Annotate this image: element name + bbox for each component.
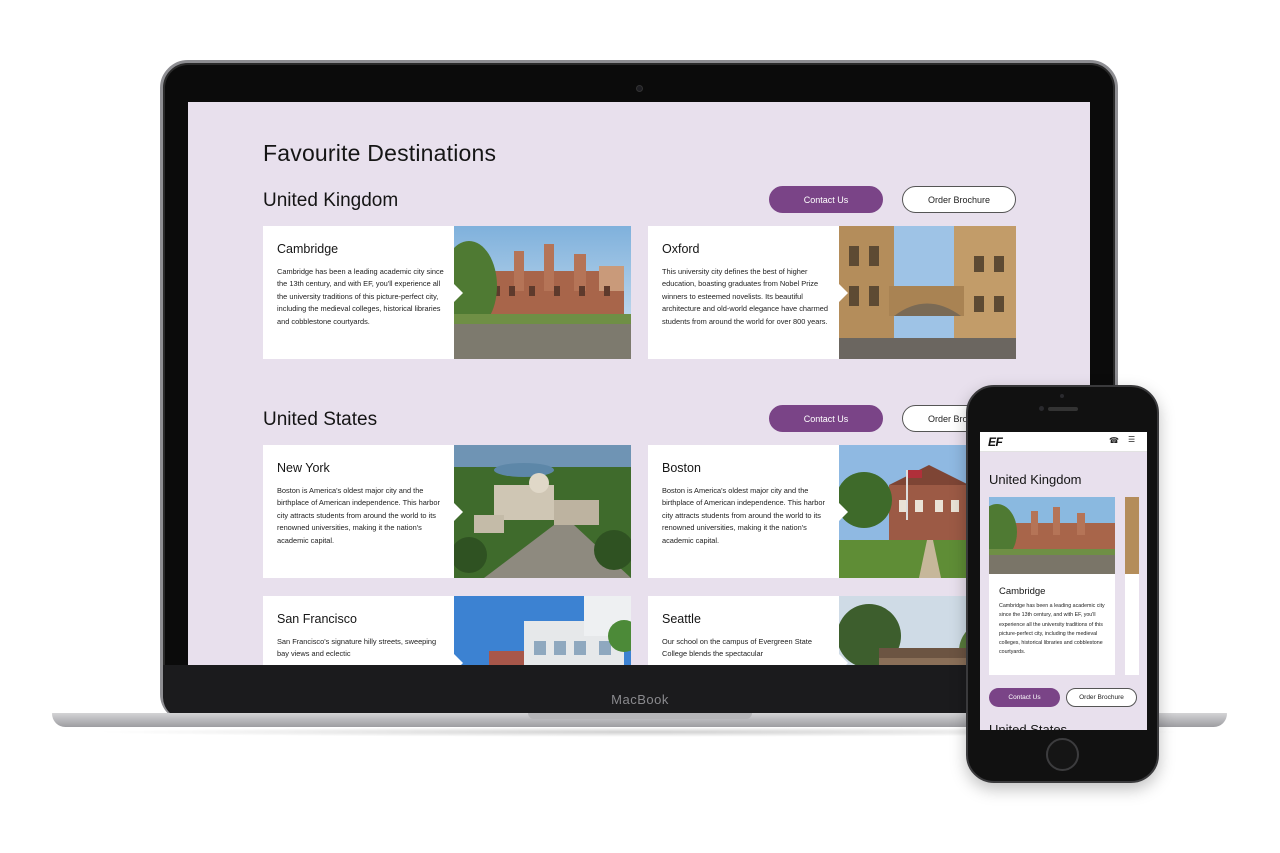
card-description: Our school on the campus of Evergreen St… [662,637,812,659]
destination-card-boston[interactable]: Boston Boston is America's oldest major … [648,445,1016,578]
destination-card-oxford[interactable]: Oxford This university city defines the … [648,226,1016,359]
card-pointer [839,654,848,665]
mobile-section-heading: United Kingdom [989,472,1082,487]
card-city: Cambridge [277,242,339,256]
contact-us-button[interactable]: Contact Us [769,186,883,213]
menu-icon[interactable]: ☰ [1128,435,1135,444]
mobile-next-section-heading: United States [989,722,1068,730]
order-brochure-button[interactable]: Order Brochure [902,186,1016,213]
destination-card-san-francisco[interactable]: San Francisco San Francisco's signature … [263,596,631,665]
device-mockup: Favourite Destinations United Kingdom Co… [0,0,1280,853]
san-francisco-building-photo [454,596,631,665]
phone-home-button[interactable] [1046,738,1079,771]
mobile-card-cambridge[interactable]: Cambridge Cambridge has been a leading a… [989,497,1115,675]
oxford-bridge-photo [839,226,1016,359]
card-description: Boston is America's oldest major city an… [662,486,825,545]
new-york-campus-photo [454,445,631,578]
laptop-camera [636,85,643,92]
card-city: Boston [662,461,701,475]
card-description: Cambridge has been a leading academic ci… [999,603,1105,656]
laptop-screen: Favourite Destinations United Kingdom Co… [188,102,1090,665]
phone-sensor [1060,394,1064,398]
mobile-navbar: EF ☎ ☰ [980,432,1147,452]
destination-card-seattle[interactable]: Seattle Our school on the campus of Ever… [648,596,1016,665]
laptop-notch [528,713,752,719]
card-city: San Francisco [277,612,357,626]
phone-icon[interactable]: ☎ [1109,436,1119,445]
phone-speaker [1048,407,1078,411]
destination-card-new-york[interactable]: New York Boston is America's oldest majo… [263,445,631,578]
mobile-card-next[interactable] [1125,497,1139,675]
card-pointer [839,284,848,302]
card-city: Oxford [662,242,700,256]
card-city: Seattle [662,612,701,626]
card-city: New York [277,461,330,475]
contact-us-button[interactable]: Contact Us [769,405,883,432]
card-city: Cambridge [999,586,1046,597]
phone-camera [1039,406,1044,411]
card-pointer [454,284,463,302]
mobile-contact-us-button[interactable]: Contact Us [989,688,1060,707]
card-description: This university city defines the best of… [662,267,828,326]
card-description: Cambridge has been a leading academic ci… [277,267,444,326]
section-heading-us: United States [263,409,378,430]
mobile-order-brochure-button[interactable]: Order Brochure [1066,688,1137,707]
cambridge-college-photo [989,497,1115,574]
destination-card-cambridge[interactable]: Cambridge Cambridge has been a leading a… [263,226,631,359]
card-description: Boston is America's oldest major city an… [277,486,440,545]
card-description: San Francisco's signature hilly streets,… [277,637,437,659]
page-title: Favourite Destinations [263,140,497,166]
ef-logo[interactable]: EF [988,435,1003,449]
card-pointer [454,503,463,521]
card-pointer [839,503,848,521]
phone-screen: EF ☎ ☰ United Kingdom Cambridge Cambridg [980,432,1147,730]
section-heading-uk: United Kingdom [263,190,399,211]
card-pointer [454,654,463,665]
cambridge-college-photo [454,226,631,359]
